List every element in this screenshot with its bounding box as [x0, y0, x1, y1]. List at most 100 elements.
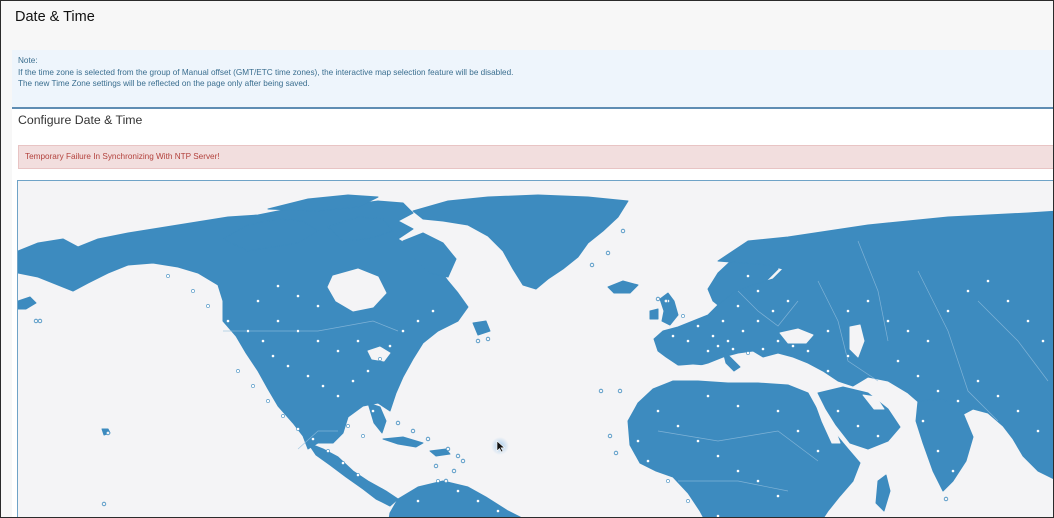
timezone-marker[interactable] — [336, 394, 340, 398]
timezone-marker[interactable] — [836, 409, 840, 413]
timezone-marker[interactable] — [686, 339, 690, 343]
timezone-marker-island[interactable] — [607, 433, 613, 439]
timezone-marker[interactable] — [226, 319, 230, 323]
timezone-marker-island[interactable] — [445, 446, 451, 452]
timezone-marker[interactable] — [416, 319, 420, 323]
timezone-marker[interactable] — [956, 399, 960, 403]
timezone-marker[interactable] — [796, 429, 800, 433]
timezone-marker[interactable] — [696, 439, 700, 443]
timezone-marker[interactable] — [476, 499, 480, 503]
timezone-marker[interactable] — [351, 379, 355, 383]
timezone-marker[interactable] — [321, 384, 325, 388]
timezone-marker[interactable] — [286, 364, 290, 368]
timezone-marker[interactable] — [1036, 429, 1040, 433]
timezone-marker[interactable] — [296, 294, 300, 298]
timezone-marker[interactable] — [256, 299, 260, 303]
timezone-marker[interactable] — [681, 314, 685, 318]
timezone-marker[interactable] — [756, 319, 760, 323]
timezone-marker[interactable] — [378, 357, 382, 361]
timezone-marker[interactable] — [436, 479, 440, 483]
timezone-marker[interactable] — [261, 339, 265, 343]
timezone-marker[interactable] — [401, 329, 405, 333]
timezone-marker-island[interactable] — [105, 430, 111, 436]
timezone-marker[interactable] — [311, 437, 315, 441]
timezone-marker[interactable] — [456, 489, 460, 493]
timezone-marker[interactable] — [276, 284, 280, 288]
british-isles-land[interactable] — [659, 292, 679, 326]
timezone-marker[interactable] — [736, 304, 740, 308]
timezone-marker[interactable] — [976, 379, 980, 383]
timezone-marker[interactable] — [266, 399, 270, 403]
timezone-marker[interactable] — [736, 469, 740, 473]
timezone-marker[interactable] — [1006, 299, 1010, 303]
timezone-marker[interactable] — [251, 384, 255, 388]
timezone-marker[interactable] — [336, 349, 340, 353]
timezone-marker[interactable] — [986, 279, 990, 283]
timezone-marker[interactable] — [206, 304, 210, 308]
timezone-marker[interactable] — [316, 304, 320, 308]
timezone-marker[interactable] — [936, 389, 940, 393]
timezone-marker[interactable] — [866, 299, 870, 303]
timezone-marker-island[interactable] — [943, 496, 949, 502]
timezone-marker[interactable] — [771, 309, 775, 313]
timezone-marker[interactable] — [886, 319, 890, 323]
timezone-marker[interactable] — [946, 309, 950, 313]
timezone-marker-island[interactable] — [425, 436, 431, 442]
timezone-marker[interactable] — [716, 344, 720, 348]
timezone-marker[interactable] — [166, 274, 170, 278]
timezone-marker[interactable] — [906, 329, 910, 333]
timezone-marker[interactable] — [388, 344, 392, 348]
timezone-marker[interactable] — [896, 359, 900, 363]
timezone-marker-island[interactable] — [598, 388, 604, 394]
timezone-marker[interactable] — [371, 409, 375, 413]
timezone-marker[interactable] — [431, 309, 435, 313]
timezone-marker[interactable] — [656, 409, 660, 413]
timezone-marker[interactable] — [761, 347, 765, 351]
timezone-marker[interactable] — [246, 329, 250, 333]
timezone-marker[interactable] — [706, 349, 710, 353]
timezone-marker[interactable] — [716, 514, 720, 517]
timezone-marker-island[interactable] — [33, 318, 39, 324]
timezone-marker[interactable] — [281, 414, 285, 418]
timezone-marker[interactable] — [296, 427, 300, 431]
timezone-marker[interactable] — [746, 351, 750, 355]
world-map-svg[interactable] — [18, 181, 1054, 518]
timezone-marker[interactable] — [716, 454, 720, 458]
timezone-marker[interactable] — [776, 409, 780, 413]
timezone-marker[interactable] — [236, 369, 240, 373]
timezone-marker[interactable] — [721, 319, 725, 323]
timezone-marker-island[interactable] — [443, 478, 449, 484]
timezone-marker[interactable] — [816, 449, 820, 453]
timezone-marker[interactable] — [356, 473, 360, 477]
timezone-marker-island[interactable] — [410, 428, 416, 434]
timezone-marker[interactable] — [366, 369, 370, 373]
timezone-marker-island[interactable] — [433, 463, 439, 469]
timezone-marker[interactable] — [341, 461, 345, 465]
timezone-marker[interactable] — [636, 439, 640, 443]
timezone-marker[interactable] — [746, 274, 750, 278]
timezone-marker-island[interactable] — [605, 250, 611, 256]
timezone-marker[interactable] — [926, 339, 930, 343]
timezone-marker[interactable] — [711, 334, 715, 338]
timezone-marker[interactable] — [921, 419, 925, 423]
timezone-marker[interactable] — [776, 339, 780, 343]
timezone-marker[interactable] — [776, 494, 780, 498]
timezone-marker[interactable] — [791, 344, 795, 348]
timezone-marker[interactable] — [756, 479, 760, 483]
timezone-marker[interactable] — [876, 434, 880, 438]
timezone-marker-island[interactable] — [663, 298, 669, 304]
timezone-marker[interactable] — [696, 324, 700, 328]
timezone-marker-island[interactable] — [613, 450, 619, 456]
timezone-marker-island[interactable] — [455, 453, 461, 459]
timezone-marker-island[interactable] — [451, 468, 457, 474]
timezone-marker[interactable] — [966, 289, 970, 293]
timezone-marker[interactable] — [731, 347, 735, 351]
timezone-map[interactable] — [17, 180, 1054, 518]
florida-land[interactable] — [367, 402, 387, 434]
timezone-marker[interactable] — [496, 509, 500, 513]
timezone-marker-island[interactable] — [617, 388, 623, 394]
timezone-marker[interactable] — [296, 329, 300, 333]
timezone-marker[interactable] — [846, 354, 850, 358]
timezone-marker[interactable] — [361, 434, 365, 438]
timezone-marker-island[interactable] — [395, 420, 401, 426]
